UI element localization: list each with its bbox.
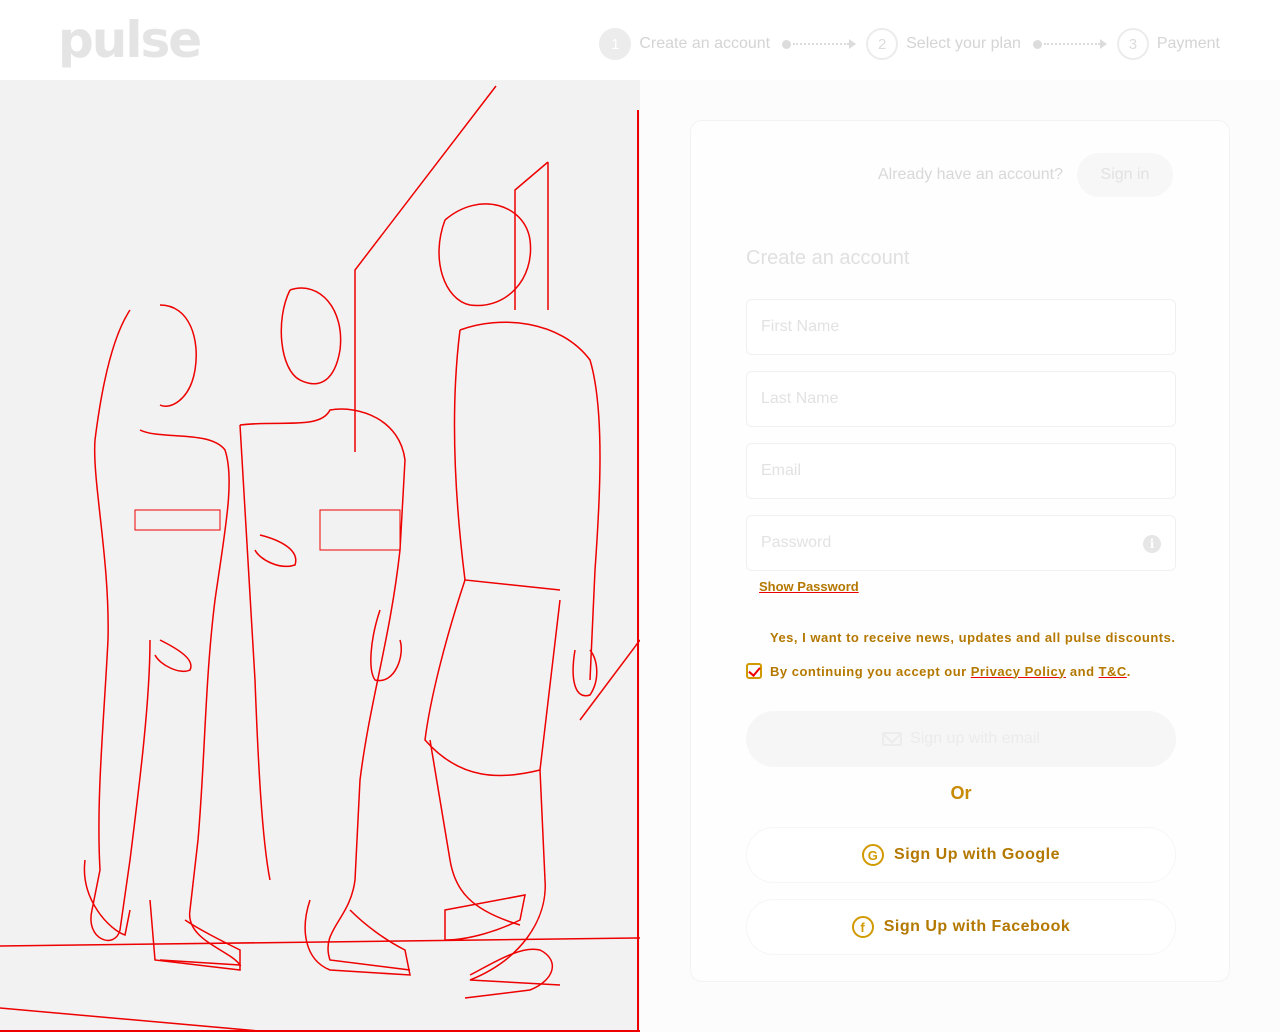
signin-prompt: Already have an account?: [877, 166, 1063, 183]
step-arrow-icon: [782, 39, 857, 49]
signup-google-label: Sign Up with Google: [894, 846, 1060, 863]
step-label: Payment: [1156, 35, 1220, 52]
step-create-account: 1 Create an account: [599, 28, 770, 60]
first-name-field[interactable]: [746, 299, 1176, 355]
facebook-icon: f: [851, 916, 874, 938]
step-select-plan: 2 Select your plan: [866, 28, 1021, 60]
email-field[interactable]: [746, 443, 1176, 499]
signup-card: Already have an account? Sign in Create …: [690, 120, 1230, 982]
step-number: 2: [866, 28, 899, 60]
password-field[interactable]: i: [746, 515, 1176, 571]
signup-steps: 1 Create an account 2 Select your plan 3…: [599, 28, 1220, 60]
signin-button[interactable]: Sign in: [1077, 153, 1173, 197]
signup-email-label: Sign up with email: [910, 730, 1040, 747]
terms-suffix: .: [1126, 663, 1131, 679]
terms-checkbox-row[interactable]: By continuing you accept our Privacy Pol…: [746, 663, 1131, 679]
privacy-policy-link[interactable]: Privacy Policy: [971, 664, 1066, 679]
signup-facebook-button[interactable]: f Sign Up with Facebook: [746, 899, 1176, 955]
signup-facebook-label: Sign Up with Facebook: [883, 918, 1071, 935]
hero-photo: [0, 80, 640, 1032]
first-name-input[interactable]: [747, 300, 1175, 354]
signup-email-button[interactable]: Sign up with email: [746, 711, 1176, 767]
mail-icon: [882, 732, 903, 746]
google-icon: G: [862, 844, 885, 866]
terms-and: and: [1069, 663, 1095, 679]
step-arrow-icon: [1032, 39, 1107, 49]
step-number: 1: [599, 28, 632, 60]
last-name-field[interactable]: [746, 371, 1176, 427]
step-label: Select your plan: [906, 35, 1021, 52]
step-number: 3: [1116, 28, 1149, 60]
newsletter-checkbox-row[interactable]: Yes, I want to receive news, updates and…: [746, 629, 1175, 645]
step-payment: 3 Payment: [1116, 28, 1220, 60]
info-icon[interactable]: i: [1143, 535, 1161, 553]
top-header: pulse 1 Create an account 2 Select your …: [0, 0, 1280, 80]
or-divider: Or: [950, 783, 972, 803]
newsletter-checkbox[interactable]: [746, 629, 762, 645]
signin-row: Already have an account? Sign in: [878, 153, 1173, 197]
password-input[interactable]: [747, 516, 1175, 570]
terms-checkbox[interactable]: [746, 663, 762, 679]
tc-link[interactable]: T&C: [1099, 664, 1127, 679]
email-input[interactable]: [747, 444, 1175, 498]
terms-prefix: By continuing you accept our: [770, 663, 967, 679]
signup-google-button[interactable]: G Sign Up with Google: [746, 827, 1176, 883]
pulse-logo[interactable]: pulse: [58, 10, 202, 70]
form-title: Create an account: [746, 247, 910, 269]
step-label: Create an account: [639, 35, 771, 52]
last-name-input[interactable]: [747, 372, 1175, 426]
fitness-group-illustration: [0, 85, 640, 1030]
newsletter-label: Yes, I want to receive news, updates and…: [770, 629, 1176, 645]
show-password-link[interactable]: Show Password: [759, 579, 859, 594]
